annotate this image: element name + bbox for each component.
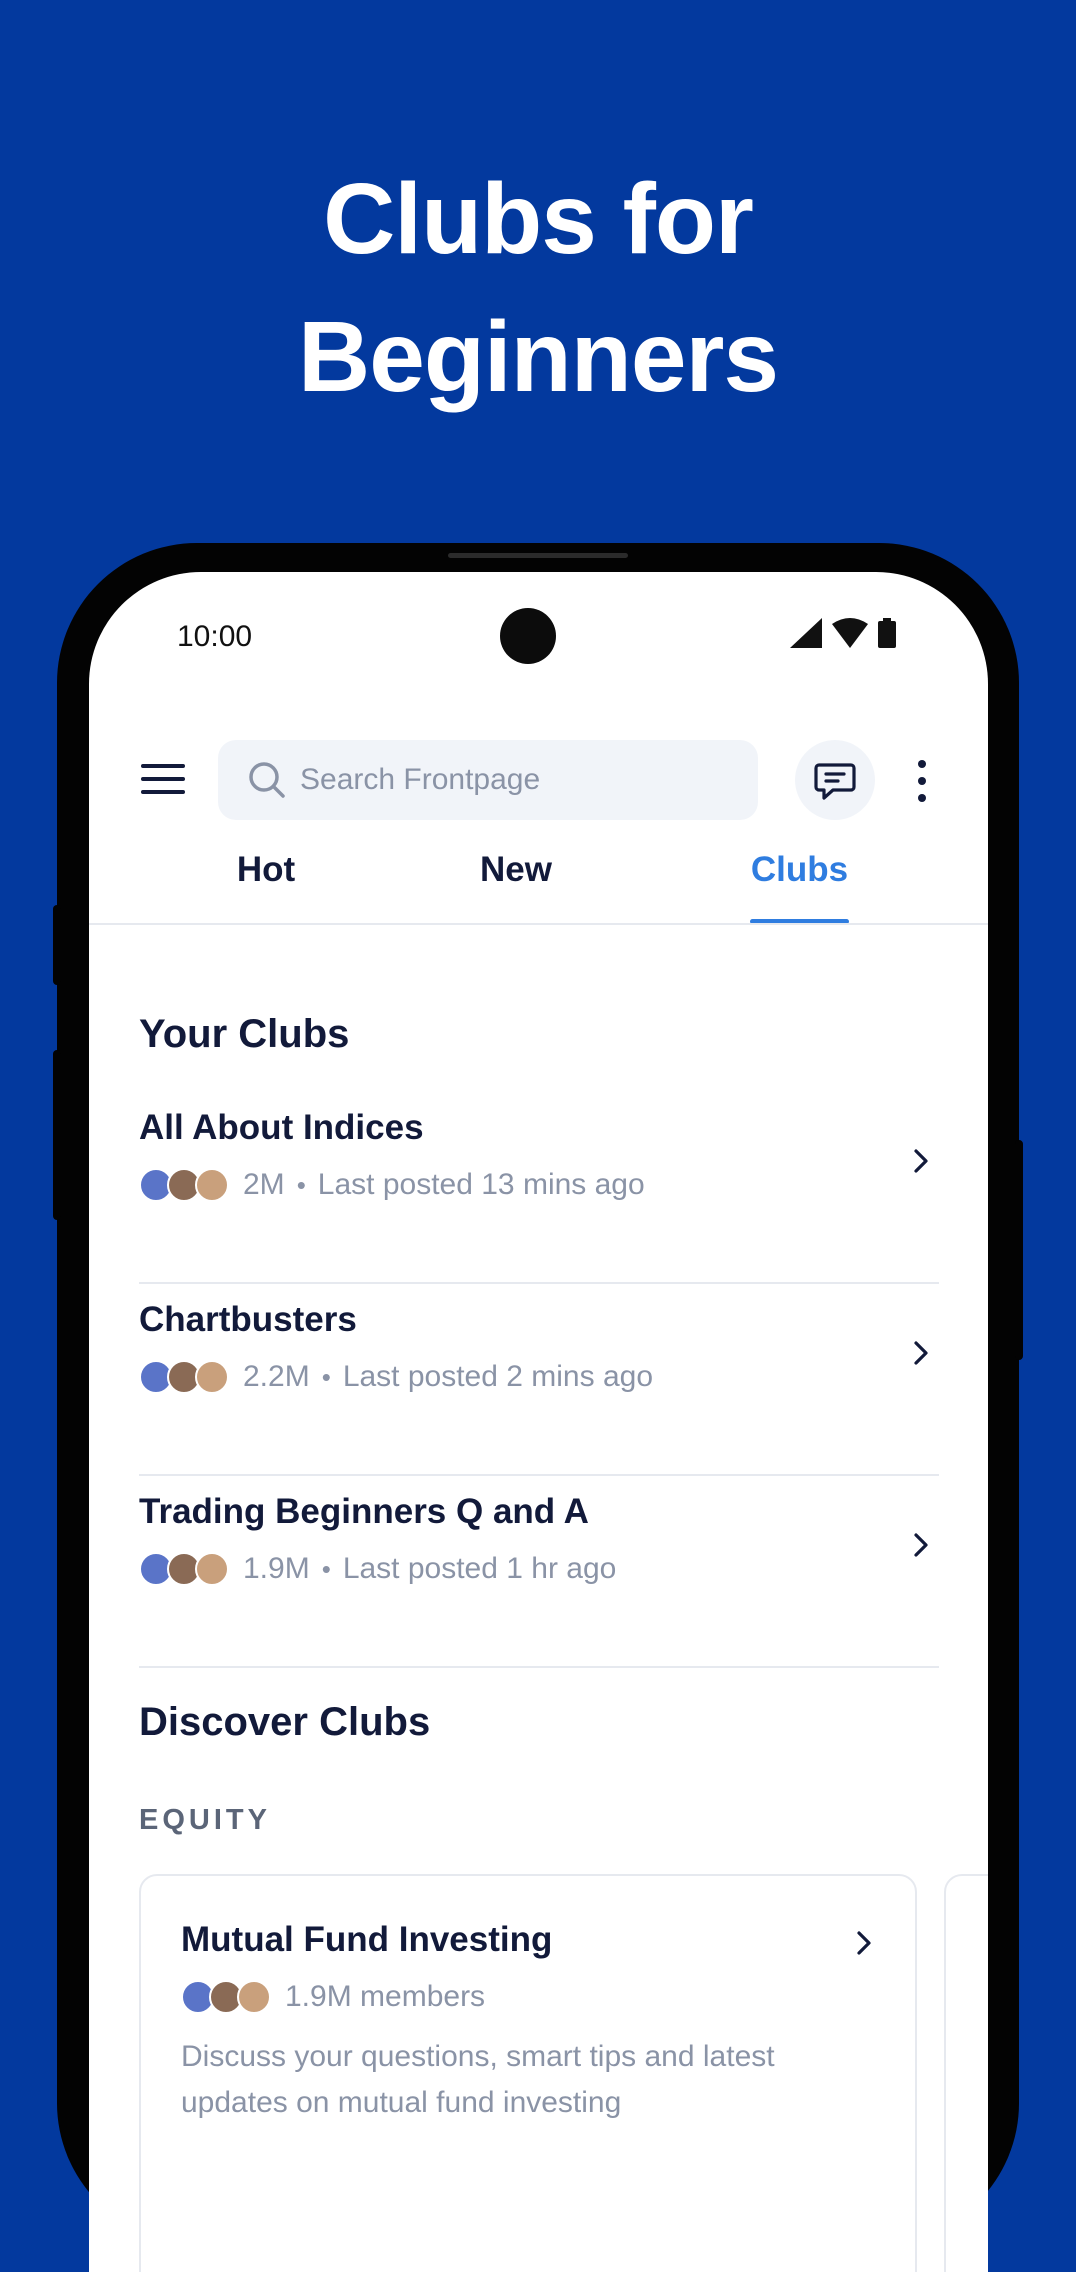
club-row[interactable]: Chartbusters 2.2M • Last posted 2 mins a… <box>139 1286 939 1476</box>
menu-button[interactable] <box>141 764 185 796</box>
member-avatars <box>181 1980 271 2014</box>
promo-title-line2: Beginners <box>297 301 779 413</box>
tab-clubs[interactable]: Clubs <box>750 840 849 924</box>
card-description: Discuss your questions, smart tips and l… <box>181 2040 775 2119</box>
club-last-posted: Last posted 2 mins ago <box>342 1360 654 1393</box>
tabs-divider <box>89 923 988 925</box>
discover-club-card[interactable]: Mutual Fund Investing 1.9M members Discu… <box>139 1874 917 2272</box>
club-name: Trading Beginners Q and A <box>139 1492 589 1531</box>
club-meta: 2M • Last posted 13 mins ago <box>139 1168 645 1202</box>
club-members-count: 1.9M <box>243 1552 310 1585</box>
chevron-right-icon <box>914 1149 928 1173</box>
tab-hot-label: Hot <box>236 850 296 889</box>
card-title: Mutual Fund Investing <box>181 1920 553 1959</box>
avatar <box>237 1980 271 2014</box>
category-label: EQUITY <box>139 1804 271 1836</box>
your-clubs-title: Your Clubs <box>139 1012 350 1056</box>
phone-screen: 10:00 Hot New <box>89 572 988 2272</box>
discover-club-card-next[interactable] <box>944 1874 988 2272</box>
card-meta: 1.9M members <box>181 1980 485 2014</box>
avatar <box>195 1168 229 1202</box>
member-avatars <box>139 1360 229 1394</box>
phone-side-button-left <box>53 905 61 985</box>
tab-hot[interactable]: Hot <box>201 840 331 924</box>
chevron-right-icon <box>914 1341 928 1365</box>
club-members-count: 2M <box>243 1168 285 1201</box>
club-members-count: 2.2M <box>243 1360 310 1393</box>
chevron-right-icon <box>914 1533 928 1557</box>
phone-side-button-right <box>1015 1140 1023 1360</box>
club-last-posted: Last posted 1 hr ago <box>342 1552 617 1585</box>
chat-icon <box>814 763 856 800</box>
row-divider <box>139 1282 939 1284</box>
avatar <box>195 1360 229 1394</box>
chevron-right-icon <box>857 1931 871 1955</box>
tab-bar: Hot New Clubs <box>89 840 988 924</box>
avatar <box>195 1552 229 1586</box>
meta-separator: • <box>321 1361 331 1392</box>
hamburger-line <box>141 777 185 781</box>
club-meta: 1.9M • Last posted 1 hr ago <box>139 1552 616 1586</box>
club-row[interactable]: Trading Beginners Q and A 1.9M • Last po… <box>139 1478 939 1668</box>
club-last-posted: Last posted 13 mins ago <box>317 1168 645 1201</box>
search-bar[interactable] <box>218 740 758 820</box>
battery-icon <box>878 618 896 648</box>
tab-clubs-label: Clubs <box>750 850 849 889</box>
hamburger-menu-icon <box>141 764 185 768</box>
card-members: 1.9M members <box>285 1980 486 2013</box>
front-camera <box>500 608 556 664</box>
club-name: All About Indices <box>139 1108 424 1147</box>
promo-title-line1: Clubs for <box>323 163 754 275</box>
row-divider <box>139 1474 939 1476</box>
chat-button[interactable] <box>795 740 875 820</box>
search-input[interactable] <box>298 762 742 798</box>
status-time: 10:00 <box>177 620 253 653</box>
phone-speaker <box>448 553 628 558</box>
tab-new-label: New <box>480 850 552 889</box>
member-avatars <box>139 1552 229 1586</box>
club-name: Chartbusters <box>139 1300 357 1339</box>
meta-separator: • <box>296 1169 306 1200</box>
promo-title: Clubs for Beginners <box>0 150 1076 426</box>
search-icon <box>249 762 285 798</box>
meta-separator: • <box>321 1553 331 1584</box>
hamburger-line <box>141 790 185 794</box>
more-vertical-icon <box>918 760 926 768</box>
phone-side-button-left-2 <box>53 1050 61 1220</box>
status-icons <box>790 618 896 648</box>
row-divider <box>139 1666 939 1668</box>
signal-icon <box>790 618 822 648</box>
member-avatars <box>139 1168 229 1202</box>
kebab-dot <box>918 777 926 785</box>
kebab-dot <box>918 794 926 802</box>
tab-new[interactable]: New <box>451 840 581 924</box>
club-row[interactable]: All About Indices 2M • Last posted 13 mi… <box>139 1094 939 1284</box>
wifi-icon <box>832 618 868 648</box>
discover-clubs-title: Discover Clubs <box>139 1700 431 1744</box>
club-meta: 2.2M • Last posted 2 mins ago <box>139 1360 653 1394</box>
more-options-button[interactable] <box>915 760 929 804</box>
